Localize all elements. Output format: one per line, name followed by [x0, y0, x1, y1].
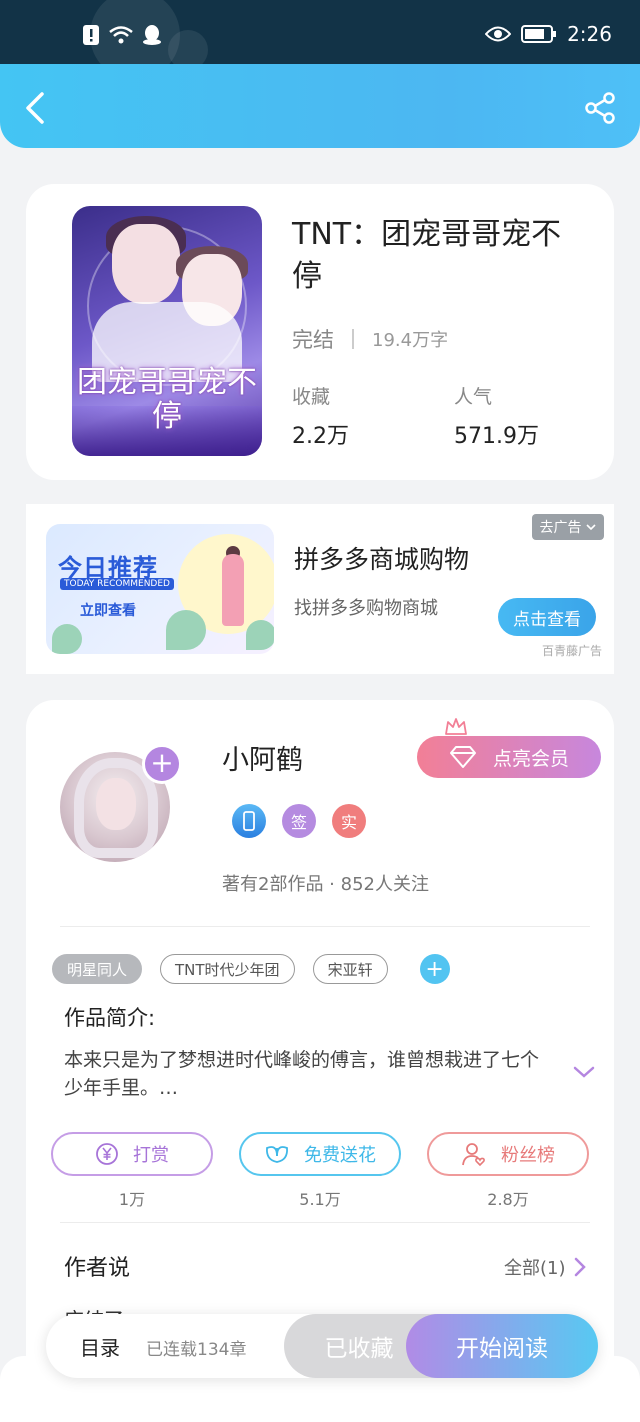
reward-label: 打赏: [133, 1145, 169, 1166]
ad-title: 拼多多商城购物: [294, 545, 470, 574]
ad-image-cta: 立即查看: [80, 603, 136, 619]
yen-icon: [96, 1143, 118, 1165]
toc-button[interactable]: 目录: [80, 1332, 120, 1361]
status-bar: 2:26: [0, 0, 640, 80]
crown-icon: [445, 718, 467, 735]
book-status-row: 完结 19.4万字: [292, 324, 448, 354]
ad-subtitle: 找拼多多购物商城: [294, 598, 438, 619]
add-tag-button[interactable]: +: [419, 954, 450, 984]
book-info-card: 团宠哥哥宠不停 TNT：团宠哥哥宠不停 完结 19.4万字 收藏 2.2万 人气…: [26, 184, 614, 480]
author-says-all-link[interactable]: 全部(1): [504, 1254, 586, 1280]
ad-image[interactable]: 今日推荐 TODAY RECOMMENDED 立即查看: [46, 524, 274, 654]
ad-view-button[interactable]: 点击查看: [498, 598, 596, 636]
fans-count: 2.8万: [487, 1190, 529, 1209]
popularity-value: 571.9万: [454, 424, 539, 449]
flower-icon: [266, 1146, 288, 1163]
diamond-icon: [449, 746, 476, 768]
intro-text[interactable]: 本来只是为了梦想进时代峰峻的傅言，谁曾想栽进了七个少年手里。…: [64, 1046, 554, 1102]
author-meta: 著有2部作品 · 852人关注: [222, 874, 429, 895]
action-row: 打赏 免费送花 粉丝榜 1万 5.1万 2.8万: [51, 1132, 589, 1212]
signed-badge: 签: [282, 804, 316, 838]
remove-ad-button[interactable]: 去广告: [532, 514, 604, 540]
start-reading-button[interactable]: 开始阅读: [406, 1314, 598, 1378]
flower-count: 5.1万: [299, 1190, 341, 1209]
qq-icon: [143, 25, 161, 45]
ad-image-en: TODAY RECOMMENDED: [60, 578, 174, 590]
send-flower-button[interactable]: 免费送花: [239, 1132, 401, 1176]
intro-title: 作品简介:: [64, 1006, 156, 1030]
phone-verified-icon: [232, 804, 266, 838]
chevron-right-icon: [574, 1257, 586, 1277]
favorites-value: 2.2万: [292, 424, 349, 449]
chapter-count[interactable]: 已连载134章: [146, 1335, 246, 1360]
book-title: TNT：团宠哥哥宠不停: [292, 217, 562, 294]
follow-author-button[interactable]: +: [142, 744, 182, 784]
bottom-action-bar: 目录 已连载134章 已收藏 开始阅读: [46, 1314, 598, 1378]
tag-item[interactable]: TNT时代少年团: [160, 954, 295, 984]
author-badges: 签 实: [232, 804, 366, 838]
favorites-label: 收藏: [292, 386, 331, 408]
user-heart-icon: [462, 1143, 485, 1167]
battery-icon: [521, 25, 557, 43]
cover-title: 团宠哥哥宠不停: [77, 365, 257, 434]
back-icon[interactable]: [18, 90, 54, 126]
reward-count: 1万: [118, 1190, 146, 1209]
vip-label: 点亮会员: [492, 747, 569, 770]
wifi-icon: [109, 26, 133, 44]
fans-ranking-button[interactable]: 粉丝榜: [427, 1132, 589, 1176]
divider: [60, 926, 590, 927]
word-count: 19.4万字: [372, 330, 449, 351]
popularity-label: 人气: [454, 386, 493, 408]
header-bar: [0, 64, 640, 148]
divider: [352, 329, 354, 349]
eye-icon: [485, 26, 512, 42]
tag-item[interactable]: 明星同人: [52, 954, 143, 984]
chevron-down-icon[interactable]: [572, 1064, 596, 1080]
vip-button[interactable]: 点亮会员: [417, 736, 601, 778]
tag-item[interactable]: 宋亚轩: [312, 954, 388, 984]
divider: [60, 1222, 590, 1223]
reward-button[interactable]: 打赏: [51, 1132, 213, 1176]
book-status: 完结: [292, 328, 334, 352]
author-name: 小阿鹤: [222, 745, 303, 776]
ad-source: 百青藤广告: [541, 644, 602, 658]
remove-ad-label: 去广告: [539, 520, 582, 536]
share-icon[interactable]: [582, 90, 618, 126]
all-label: 全部(1): [504, 1258, 566, 1279]
ad-banner[interactable]: 今日推荐 TODAY RECOMMENDED 立即查看 拼多多商城购物 找拼多多…: [26, 504, 614, 674]
author-says-title: 作者说: [64, 1256, 131, 1281]
send-flower-label: 免费送花: [304, 1145, 376, 1166]
fans-ranking-label: 粉丝榜: [501, 1145, 555, 1166]
tag-list: 明星同人 TNT时代少年团 宋亚轩 +: [52, 954, 450, 984]
verified-badge: 实: [332, 804, 366, 838]
status-time: 2:26: [567, 22, 612, 46]
book-cover[interactable]: 团宠哥哥宠不停: [72, 206, 262, 456]
alert-icon: [83, 25, 99, 45]
chevron-down-icon: [585, 524, 596, 531]
